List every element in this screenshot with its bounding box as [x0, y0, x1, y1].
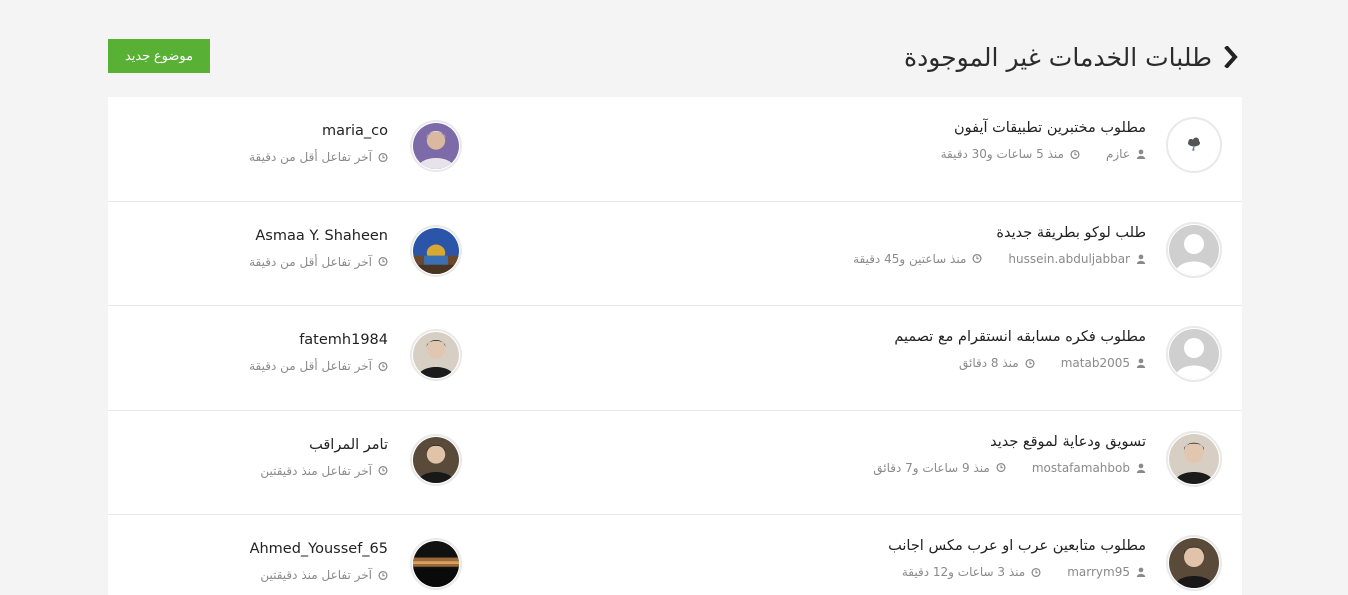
topic-last-activity: maria_co آخر تفاعل أقل من دقيقة — [162, 120, 462, 180]
clock-icon — [378, 570, 388, 580]
topic-title-link[interactable]: مطلوب فكره مسابقه انستقرام مع تصميم — [894, 329, 1146, 345]
user-icon — [1136, 149, 1146, 159]
user-icon — [1136, 567, 1146, 577]
clock-icon — [378, 465, 388, 476]
topic-last-activity: Ahmed_Youssef_65 آخر تفاعل منذ دقيقتين — [162, 538, 462, 595]
clock-icon — [1070, 149, 1080, 159]
topic-author[interactable]: mostafamahbob — [1032, 461, 1130, 475]
clock-icon — [972, 253, 982, 264]
last-activity-meta: آخر تفاعل أقل من دقيقة — [249, 359, 388, 373]
topic-row: مطلوب فكره مسابقه انستقرام مع تصميم matab… — [108, 306, 1242, 411]
topic-author-avatar[interactable] — [1166, 535, 1222, 591]
last-user-name[interactable]: تامر المراقب — [260, 437, 388, 453]
last-activity-meta: آخر تفاعل أقل من دقيقة — [249, 150, 388, 164]
user-photo — [413, 436, 459, 483]
topic-meta: matab2005 منذ 8 دقائق — [894, 356, 1146, 370]
last-user-avatar[interactable] — [410, 224, 462, 277]
topic-row: طلب لوكو بطريقة جديدة hussein.abduljabbar… — [108, 202, 1242, 306]
topic-author-avatar[interactable] — [1166, 117, 1222, 173]
last-activity-meta: آخر تفاعل منذ دقيقتين — [260, 464, 388, 478]
page-title[interactable]: طلبات الخدمات غير الموجودة — [904, 39, 1242, 75]
topic-last-activity: تامر المراقب آخر تفاعل منذ دقيقتين — [162, 433, 462, 494]
topic-row: مطلوب متابعين عرب او عرب مكس اجانب marrym… — [108, 515, 1242, 595]
topic-main: طلب لوكو بطريقة جديدة hussein.abduljabbar… — [622, 221, 1222, 282]
topic-main: تسويق ودعاية لموقع جديد mostafamahbob منذ … — [622, 430, 1222, 491]
topic-meta: عازم منذ 5 ساعات و30 دقيقة — [941, 147, 1146, 161]
last-activity-time: آخر تفاعل أقل من دقيقة — [249, 254, 372, 269]
last-activity-meta: آخر تفاعل منذ دقيقتين — [250, 568, 388, 582]
weather-cloud-icon — [1169, 120, 1219, 170]
user-icon — [1136, 463, 1146, 473]
topic-row: تسويق ودعاية لموقع جديد mostafamahbob منذ … — [108, 411, 1242, 515]
last-activity-time: آخر تفاعل منذ دقيقتين — [260, 568, 372, 582]
topic-row: مطلوب مختبرين تطبيقات آيفون عازم منذ 5 ساع… — [108, 97, 1242, 202]
clock-icon — [378, 256, 388, 267]
chevron-right-icon[interactable] — [1220, 45, 1242, 69]
topic-list: مطلوب مختبرين تطبيقات آيفون عازم منذ 5 ساع… — [108, 97, 1242, 595]
topic-last-activity: fatemh1984 آخر تفاعل أقل من دقيقة — [162, 329, 462, 389]
topic-time: منذ 9 ساعات و7 دقائق — [873, 460, 990, 475]
last-activity-meta: آخر تفاعل أقل من دقيقة — [249, 255, 388, 269]
clock-icon — [996, 462, 1006, 473]
topic-author[interactable]: عازم — [1106, 147, 1130, 161]
topic-title-link[interactable]: مطلوب متابعين عرب او عرب مكس اجانب — [888, 538, 1146, 554]
topic-main: مطلوب مختبرين تطبيقات آيفون عازم منذ 5 ساع… — [622, 117, 1222, 177]
topic-author-avatar[interactable] — [1166, 326, 1222, 382]
topic-title-link[interactable]: تسويق ودعاية لموقع جديد — [873, 434, 1146, 450]
user-icon — [1136, 254, 1146, 264]
topic-author[interactable]: matab2005 — [1061, 356, 1130, 370]
last-activity-time: آخر تفاعل منذ دقيقتين — [260, 463, 372, 478]
topic-time: منذ 5 ساعات و30 دقيقة — [940, 147, 1064, 161]
last-user-name[interactable]: maria_co — [249, 123, 388, 139]
last-user-name[interactable]: Ahmed_Youssef_65 — [250, 541, 388, 557]
new-topic-button[interactable]: موضوع جديد — [108, 39, 210, 73]
sunset-photo — [413, 541, 459, 587]
dome-photo — [413, 227, 459, 274]
user-photo — [1169, 433, 1219, 484]
clock-icon — [378, 152, 388, 162]
topic-time: منذ 8 دقائق — [959, 356, 1019, 370]
topic-time: منذ ساعتين و45 دقيقة — [853, 251, 967, 266]
topic-meta: marrym95 منذ 3 ساعات و12 دقيقة — [888, 565, 1146, 579]
page-title-text: طلبات الخدمات غير الموجودة — [903, 42, 1212, 72]
topic-last-activity: Asmaa Y. Shaheen آخر تفاعل أقل من دقيقة — [162, 224, 462, 285]
last-user-avatar[interactable] — [410, 538, 462, 590]
last-user-avatar[interactable] — [410, 329, 462, 381]
topic-main: مطلوب متابعين عرب او عرب مكس اجانب marrym… — [622, 535, 1222, 595]
clock-icon — [1031, 567, 1041, 577]
user-photo — [413, 123, 459, 169]
topic-main: مطلوب فكره مسابقه انستقرام مع تصميم matab… — [622, 326, 1222, 386]
last-activity-time: آخر تفاعل أقل من دقيقة — [249, 359, 372, 373]
topic-title-link[interactable]: مطلوب مختبرين تطبيقات آيفون — [941, 120, 1146, 136]
topic-author-avatar[interactable] — [1166, 430, 1222, 487]
user-photo — [1169, 538, 1219, 588]
page-header: طلبات الخدمات غير الموجودة موضوع جديد — [108, 39, 1242, 75]
clock-icon — [1025, 358, 1035, 368]
topic-author-avatar[interactable] — [1166, 221, 1222, 278]
default-user-icon — [1169, 224, 1219, 275]
default-user-icon — [1169, 329, 1219, 379]
last-user-avatar[interactable] — [410, 120, 462, 172]
user-photo — [413, 332, 459, 378]
topic-meta: mostafamahbob منذ 9 ساعات و7 دقائق — [873, 461, 1146, 475]
topic-title-link[interactable]: طلب لوكو بطريقة جديدة — [853, 225, 1146, 241]
last-user-avatar[interactable] — [410, 433, 462, 486]
topic-meta: hussein.abduljabbar منذ ساعتين و45 دقيقة — [853, 252, 1146, 266]
last-user-name[interactable]: Asmaa Y. Shaheen — [249, 228, 388, 244]
topic-time: منذ 3 ساعات و12 دقيقة — [901, 565, 1026, 579]
page: طلبات الخدمات غير الموجودة موضوع جديد مط… — [0, 0, 1348, 595]
clock-icon — [378, 361, 388, 371]
topic-author[interactable]: hussein.abduljabbar — [1008, 252, 1130, 266]
topic-author[interactable]: marrym95 — [1067, 565, 1130, 579]
user-icon — [1136, 358, 1146, 368]
last-activity-time: آخر تفاعل أقل من دقيقة — [249, 150, 372, 164]
last-user-name[interactable]: fatemh1984 — [249, 332, 388, 348]
